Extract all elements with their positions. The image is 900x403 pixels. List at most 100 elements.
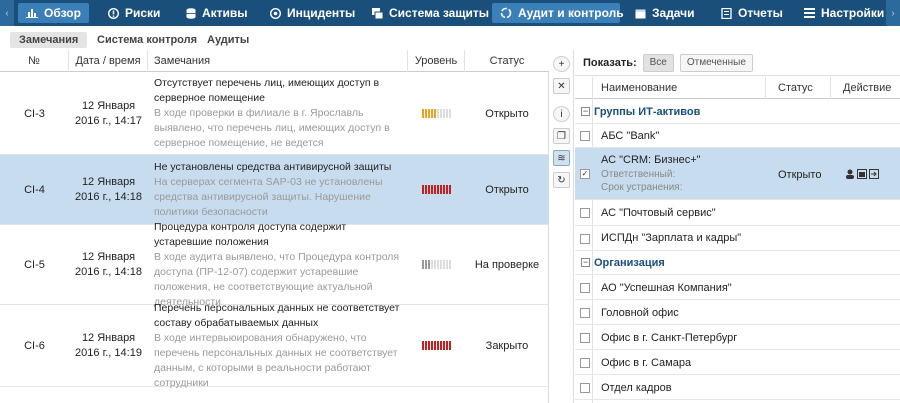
row-checkbox[interactable]: [580, 208, 590, 218]
list-item[interactable]: Головной офис: [575, 300, 900, 325]
asset-status: Открыто: [778, 169, 822, 181]
collapse-icon[interactable]: −: [581, 107, 590, 116]
deadline-label: Срок устранения:: [601, 182, 683, 193]
filter-all-button[interactable]: Все: [642, 53, 674, 72]
list-item[interactable]: АС "Почтовый сервис": [575, 200, 900, 226]
col-remarks[interactable]: Замечания: [148, 50, 408, 72]
col-name[interactable]: Наименование: [601, 77, 677, 99]
alert-icon: [108, 7, 119, 19]
calendar-icon[interactable]: [857, 169, 867, 179]
export-icon[interactable]: [869, 169, 879, 179]
nav-item-audit[interactable]: Аудит и контроль: [492, 3, 624, 23]
row-id: CI-6: [24, 339, 45, 352]
list-item[interactable]: АО "Успешная Компания": [575, 275, 900, 300]
col-status[interactable]: Статус: [465, 50, 549, 72]
level-bar: [440, 260, 442, 269]
row-status: Закрыто: [485, 339, 529, 352]
level-indicator: [408, 155, 465, 224]
tab-audits[interactable]: Аудиты: [198, 32, 258, 48]
plus-icon[interactable]: +: [553, 56, 570, 72]
database-icon[interactable]: ≋: [553, 150, 570, 166]
row-datetime: 12 Января 2016 г., 14:19: [75, 332, 142, 359]
row-description: Не установлены средства антивирусной защ…: [154, 160, 392, 218]
row-checkbox[interactable]: [580, 308, 590, 318]
level-bar: [443, 341, 445, 350]
row-checkbox[interactable]: [580, 383, 590, 393]
row-id: CI-3: [24, 107, 45, 120]
list-item[interactable]: Офис в г. Санкт-Петербург: [575, 325, 900, 350]
row-description: Отсутствует перечень лиц, имеющих доступ…: [154, 77, 390, 149]
table-row[interactable]: CI-4 12 Января 2016 г., 14:18 Не установл…: [0, 155, 549, 225]
tab-remarks[interactable]: Замечания: [10, 32, 88, 48]
row-status: Открыто: [485, 107, 529, 120]
level-bar: [428, 341, 430, 350]
comment-refresh-icon[interactable]: ↻: [553, 172, 570, 188]
nav-item-tasks[interactable]: Задачи: [627, 3, 703, 23]
col-level[interactable]: Уровень: [408, 50, 465, 72]
refresh-icon: [500, 7, 512, 19]
group-organization[interactable]: − Организация: [575, 251, 900, 275]
row-checkbox[interactable]: [580, 358, 590, 368]
col-number[interactable]: №: [0, 50, 69, 72]
level-bar: [443, 260, 445, 269]
nav-item-overview[interactable]: Обзор: [18, 3, 89, 23]
asset-name: АС "CRM: Бизнес+": [601, 154, 701, 166]
menu-icon: [804, 8, 815, 18]
level-bar: [440, 109, 442, 118]
nav-item-settings[interactable]: Настройки: [796, 3, 892, 23]
level-bar: [449, 260, 451, 269]
collapse-icon[interactable]: −: [581, 258, 590, 267]
list-item[interactable]: ✓ АС "CRM: Бизнес+" Ответственный: Срок …: [575, 148, 900, 200]
asset-name: ИСПДн "Зарплата и кадры": [601, 232, 742, 244]
level-bar: [434, 109, 436, 118]
filter-marked-button[interactable]: Отмеченные: [679, 53, 753, 72]
level-bar: [431, 109, 433, 118]
row-checkbox[interactable]: [580, 333, 590, 343]
level-bar: [428, 260, 430, 269]
row-checkbox[interactable]: ✓: [580, 169, 590, 179]
col-datetime[interactable]: Дата / время: [69, 50, 148, 72]
list-item[interactable]: ИСПДн "Зарплата и кадры": [575, 226, 900, 251]
asset-name: Офис в г. Самара: [601, 357, 692, 369]
nav-item-label: Риски: [125, 6, 161, 20]
table-row[interactable]: CI-3 12 Января 2016 г., 14:17 Отсутствует…: [0, 73, 549, 155]
nav-item-label: Аудит и контроль: [518, 6, 624, 20]
tool-strip: + ✕ i ❐ ≋ ↻: [549, 50, 574, 403]
user-icon[interactable]: [845, 169, 855, 179]
close-icon[interactable]: ✕: [553, 78, 570, 94]
row-status: Открыто: [485, 183, 529, 196]
row-checkbox[interactable]: [580, 234, 590, 244]
col-asset-status[interactable]: Статус: [778, 77, 813, 99]
level-bar: [428, 185, 430, 194]
group-label: Группы ИТ-активов: [594, 105, 701, 118]
info-icon[interactable]: i: [553, 106, 570, 122]
list-item[interactable]: Отдел кадров: [575, 375, 900, 400]
level-indicator: [408, 73, 465, 154]
group-it-assets[interactable]: − Группы ИТ-активов: [575, 100, 900, 124]
level-bar: [425, 109, 427, 118]
show-label: Показать:: [583, 56, 637, 69]
nav-item-incidents[interactable]: Инциденты: [262, 3, 363, 23]
asset-name: Отдел кадров: [601, 382, 672, 394]
nav-item-label: Система защиты: [389, 6, 489, 20]
table-row[interactable]: CI-6 12 Января 2016 г., 14:19 Перечень пе…: [0, 302, 549, 389]
nav-scroll-left-icon[interactable]: ‹: [0, 0, 14, 26]
table-row[interactable]: CI-5 12 Января 2016 г., 14:18 Процедура к…: [0, 221, 549, 308]
nav-scroll-right-icon[interactable]: ›: [886, 0, 900, 26]
level-bar: [446, 185, 448, 194]
col-action[interactable]: Действие: [843, 77, 891, 99]
list-item[interactable]: АБС "Bank": [575, 124, 900, 148]
tab-control-system[interactable]: Система контроля: [88, 32, 206, 48]
row-checkbox[interactable]: [580, 283, 590, 293]
row-status: На проверке: [474, 258, 540, 271]
nav-item-protection[interactable]: Система защиты: [364, 3, 497, 23]
nav-item-risks[interactable]: Риски: [100, 3, 168, 23]
copy-icon[interactable]: ❐: [553, 128, 570, 144]
nav-item-reports[interactable]: Отчеты: [713, 3, 791, 23]
nav-item-assets[interactable]: Активы: [178, 3, 256, 23]
row-checkbox[interactable]: [580, 131, 590, 141]
level-bar: [437, 260, 439, 269]
list-item[interactable]: Офис в г. Самара: [575, 350, 900, 375]
level-bar: [422, 260, 424, 269]
row-actions: [845, 169, 879, 179]
